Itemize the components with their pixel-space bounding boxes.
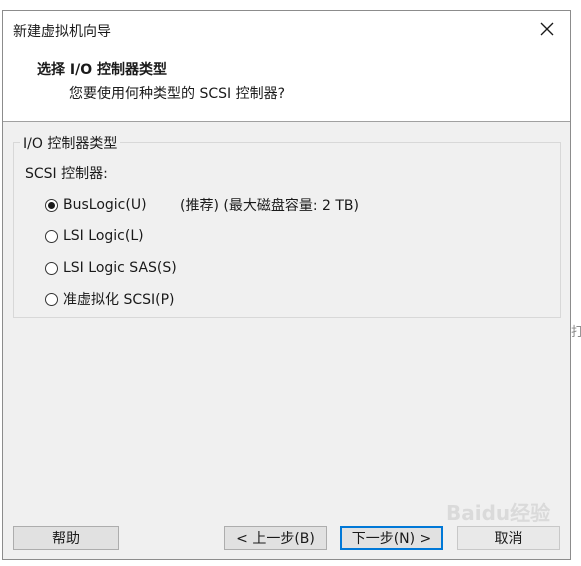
page-title: 选择 I/O 控制器类型: [37, 62, 167, 78]
radio-buslogic[interactable]: BusLogic(U): [45, 194, 147, 216]
close-icon: [540, 22, 554, 36]
radio-lsi-logic[interactable]: LSI Logic(L): [45, 225, 144, 247]
radio-label: LSI Logic SAS(S): [63, 260, 177, 276]
radio-label: LSI Logic(L): [63, 228, 144, 244]
radio-unselected-icon[interactable]: [45, 292, 58, 306]
radio-unselected-icon[interactable]: [45, 261, 58, 275]
next-button[interactable]: 下一步(N) >: [340, 526, 443, 550]
title-bar: 新建虚拟机向导: [3, 11, 570, 47]
back-button[interactable]: < 上一步(B): [224, 526, 327, 550]
radio-paravirtual-scsi[interactable]: 准虚拟化 SCSI(P): [45, 288, 175, 310]
scsi-controller-label: SCSI 控制器:: [25, 166, 108, 182]
background-edge-text: 打: [571, 325, 581, 340]
radio-label: BusLogic(U): [63, 197, 147, 213]
group-legend: I/O 控制器类型: [20, 133, 121, 153]
window-title: 新建虚拟机向导: [13, 24, 111, 40]
help-button[interactable]: 帮助: [13, 526, 119, 550]
cancel-button[interactable]: 取消: [457, 526, 560, 550]
new-vm-wizard-dialog: 新建虚拟机向导 选择 I/O 控制器类型 您要使用何种类型的 SCSI 控制器?…: [2, 10, 571, 560]
close-button[interactable]: [524, 11, 570, 47]
radio-unselected-icon[interactable]: [45, 229, 58, 243]
page-subtitle: 您要使用何种类型的 SCSI 控制器?: [69, 86, 286, 102]
wizard-header: 选择 I/O 控制器类型 您要使用何种类型的 SCSI 控制器?: [3, 47, 570, 122]
io-controller-group: I/O 控制器类型 SCSI 控制器: BusLogic(U) (推荐) (最大…: [13, 133, 561, 318]
radio-label: 准虚拟化 SCSI(P): [63, 292, 175, 308]
radio-lsi-logic-sas[interactable]: LSI Logic SAS(S): [45, 257, 177, 279]
screen: 打 新建虚拟机向导 选择 I/O 控制器类型 您要使用何种类型的 SCSI 控制…: [0, 0, 581, 566]
recommended-note: (推荐) (最大磁盘容量: 2 TB): [180, 198, 359, 214]
radio-selected-icon[interactable]: [45, 198, 58, 212]
